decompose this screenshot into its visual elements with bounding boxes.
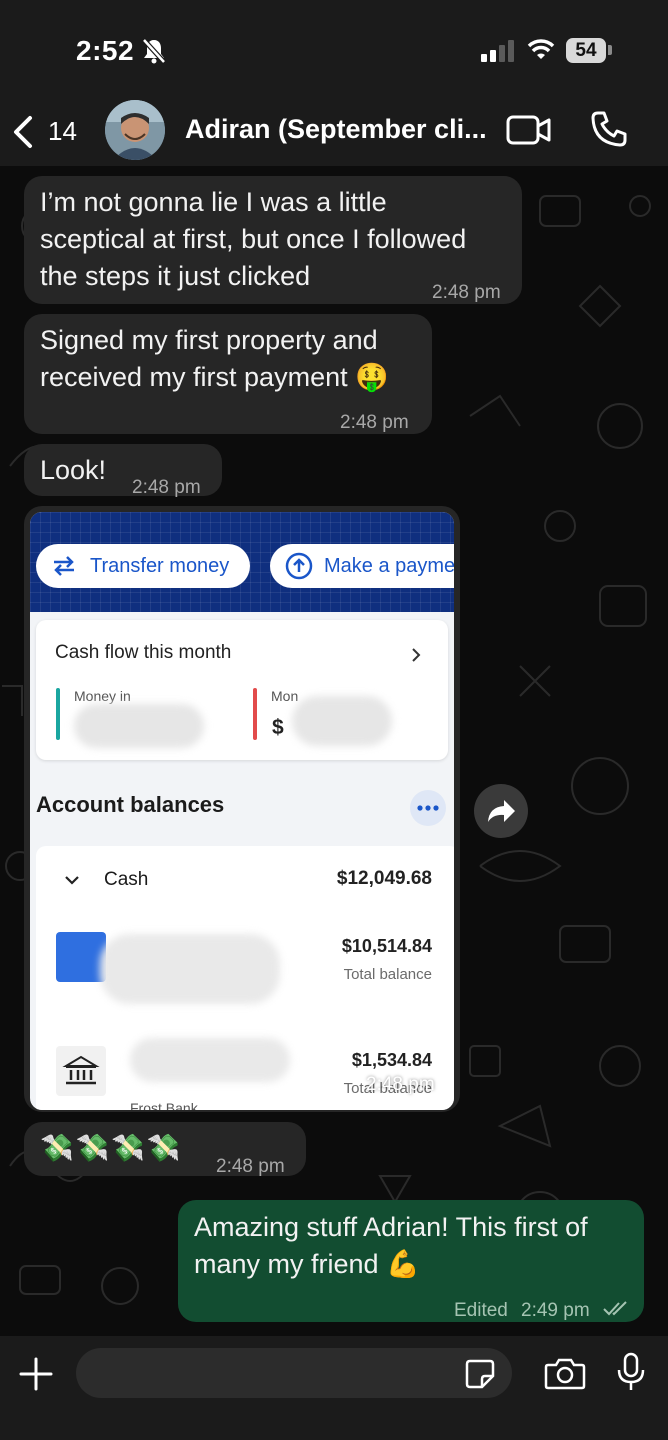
bank-name: Frost Bank [130, 1100, 198, 1110]
message-input[interactable] [76, 1348, 512, 1398]
message-line: received my first payment 🤑 [40, 362, 389, 392]
chevron-down-icon [65, 876, 79, 885]
account-amount: $10,514.84 [341, 936, 432, 956]
incoming-message-bubble[interactable]: Look! 2:48 pm [24, 444, 222, 498]
incoming-message-bubble[interactable]: I’m not gonna lie I was a little sceptic… [24, 176, 522, 304]
incoming-message-bubble[interactable]: Signed my first property and received my… [24, 314, 432, 434]
chat-header: 14 Adiran (September cli... [0, 100, 668, 166]
money-out-label: Mon [271, 688, 299, 704]
more-options-icon [410, 790, 446, 826]
message-line: many my friend 💪 [194, 1249, 420, 1279]
battery-level: 54 [566, 38, 606, 63]
cash-accounts-card: Cash $12,049.68 $10,514.84 Total balance… [36, 846, 454, 1110]
microphone-icon[interactable] [616, 1352, 646, 1397]
bank-building-icon [56, 1046, 106, 1096]
cash-flow-title: Cash flow this month [55, 642, 232, 663]
upload-arrow-circle-icon [285, 552, 313, 580]
message-line: Look! [40, 455, 107, 485]
composer-bar [0, 1336, 668, 1440]
blurred-account-name [100, 934, 280, 1004]
double-check-icon [602, 1292, 630, 1329]
account-amount: $1,534.84 [351, 1050, 432, 1070]
video-call-icon[interactable] [506, 114, 552, 151]
message-line: Signed my first property and [40, 325, 378, 355]
status-time: 2:52 [76, 35, 135, 66]
camera-icon[interactable] [544, 1356, 586, 1395]
message-line: 💸💸💸💸 [40, 1133, 183, 1163]
message-time: 2:48 pm [216, 1156, 285, 1177]
voice-call-icon[interactable] [590, 110, 628, 153]
forward-arrow-icon [488, 800, 515, 822]
transfer-money-label: Transfer money [90, 555, 230, 577]
blurred-money-out-amount [292, 696, 392, 746]
blurred-money-in-amount [74, 704, 204, 748]
forward-button[interactable] [474, 784, 528, 838]
battery-tip [608, 45, 612, 55]
wifi-icon [527, 39, 555, 66]
account-sub-label: Total balance [343, 966, 432, 983]
cash-label: Cash [104, 869, 149, 890]
silent-bell-icon [142, 38, 166, 69]
message-line: the steps it just clicked [40, 261, 311, 291]
message-time: 2:48 pm [132, 477, 201, 498]
transfer-money-button: Transfer money [36, 544, 250, 588]
transfer-arrows-icon [54, 556, 74, 576]
account-card-icon [56, 932, 106, 982]
cellular-signal-icon [481, 40, 515, 67]
sticker-icon[interactable] [464, 1358, 496, 1395]
message-line: I’m not gonna lie I was a little [40, 187, 387, 217]
message-time: 2:48 pm [340, 412, 409, 433]
blurred-account-name [130, 1038, 290, 1082]
message-time: 2:48 pm [432, 282, 501, 303]
status-bar: 2:52 54 [0, 0, 668, 100]
money-out-prefix: $ [272, 716, 284, 739]
account-balances-title: Account balances [36, 792, 225, 817]
back-chevron-icon[interactable] [10, 114, 36, 155]
money-out-bar [253, 688, 257, 740]
shared-bank-screenshot[interactable]: Transfer money Make a payme Cash flow th… [30, 512, 454, 1110]
make-payment-button: Make a payme [270, 544, 454, 588]
incoming-message-bubble[interactable]: 💸💸💸💸 2:48 pm [24, 1122, 306, 1177]
money-in-bar [56, 688, 60, 740]
back-unread-count[interactable]: 14 [48, 116, 77, 147]
outgoing-message-bubble[interactable]: Amazing stuff Adrian! This first of many… [178, 1200, 644, 1322]
money-in-label: Money in [74, 688, 131, 704]
message-time: 2:48 pm [366, 1074, 435, 1095]
edited-label: Edited [454, 1300, 508, 1321]
add-attachment-icon[interactable] [18, 1356, 54, 1397]
image-message-bubble[interactable]: Transfer money Make a payme Cash flow th… [24, 506, 460, 1112]
make-payment-label: Make a payme [324, 555, 454, 577]
message-line: Amazing stuff Adrian! This first of [194, 1212, 588, 1242]
cash-total: $12,049.68 [336, 868, 432, 889]
message-line: sceptical at first, but once I followed [40, 224, 467, 254]
contact-name[interactable]: Adiran (September cli... [185, 114, 487, 145]
contact-avatar[interactable] [105, 100, 165, 160]
chevron-right-icon [412, 648, 421, 662]
cash-flow-card: Cash flow this month Money in Mon $ [36, 620, 448, 760]
message-time: 2:49 pm [521, 1300, 590, 1321]
